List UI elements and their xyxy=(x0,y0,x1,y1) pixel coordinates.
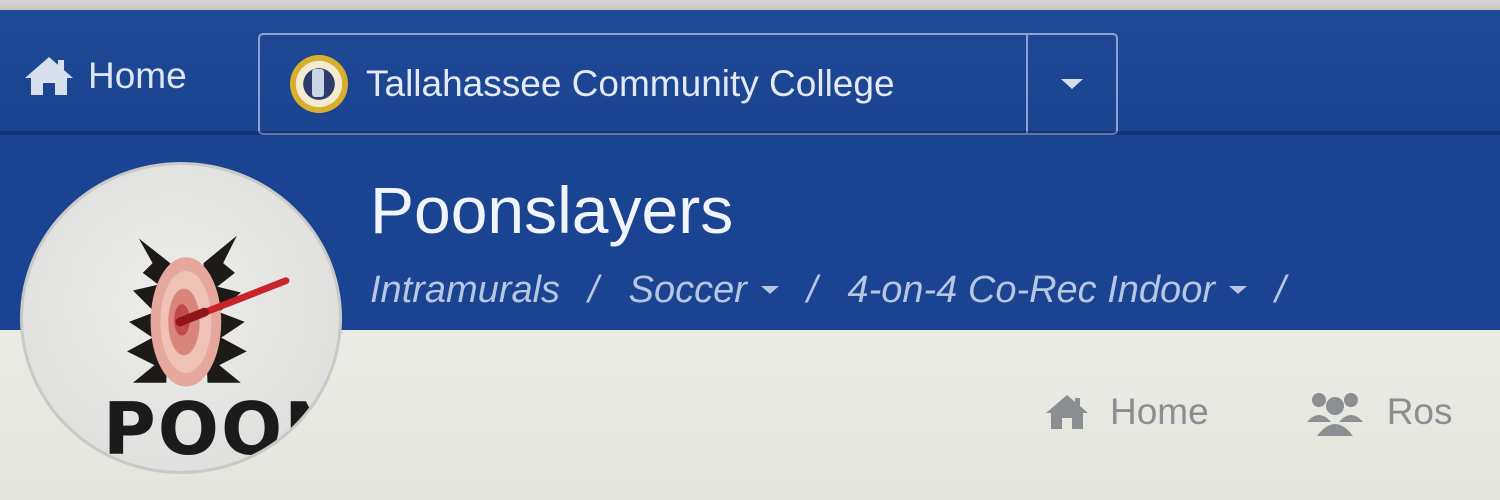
tab-roster[interactable]: Ros xyxy=(1303,388,1453,436)
breadcrumb-separator: / xyxy=(1274,268,1286,311)
top-navbar: Home Tallahassee Community College xyxy=(0,10,1500,135)
team-tabs: Home Ros xyxy=(1044,380,1453,444)
school-selector-value[interactable]: Tallahassee Community College xyxy=(260,35,1026,133)
chevron-down-icon xyxy=(1228,286,1247,294)
team-avatar: POON xyxy=(20,162,342,474)
tab-label: Ros xyxy=(1386,391,1453,432)
tab-label: Home xyxy=(1110,391,1209,432)
team-name: Poonslayers xyxy=(370,173,734,247)
team-logo-text: POON xyxy=(103,387,342,471)
breadcrumb-separator: / xyxy=(806,268,818,311)
home-link-label: Home xyxy=(88,55,187,96)
roster-icon xyxy=(1306,393,1363,436)
breadcrumb-separator: / xyxy=(588,268,599,311)
school-logo-icon xyxy=(290,55,348,113)
home-icon xyxy=(1046,395,1088,429)
breadcrumb-item-sport[interactable]: Soccer xyxy=(629,269,779,312)
breadcrumb-label: 4-on-4 Co-Rec Indoor xyxy=(847,268,1215,311)
tab-home[interactable]: Home xyxy=(1044,391,1209,433)
chevron-down-icon xyxy=(760,286,779,294)
breadcrumb-label: Intramurals xyxy=(370,268,561,311)
breadcrumb: Intramurals / Soccer / 4-on-4 Co-Rec Ind… xyxy=(370,268,1286,312)
breadcrumb-item-league[interactable]: 4-on-4 Co-Rec Indoor xyxy=(847,269,1247,312)
school-dropdown-toggle[interactable] xyxy=(1026,35,1116,133)
school-name: Tallahassee Community College xyxy=(366,63,895,104)
breadcrumb-label: Soccer xyxy=(628,268,747,311)
breadcrumb-item-intramurals[interactable]: Intramurals xyxy=(370,269,560,312)
school-selector[interactable]: Tallahassee Community College xyxy=(258,33,1118,135)
home-icon xyxy=(25,57,73,95)
home-link[interactable]: Home xyxy=(22,54,187,98)
chevron-down-icon xyxy=(1061,79,1083,89)
